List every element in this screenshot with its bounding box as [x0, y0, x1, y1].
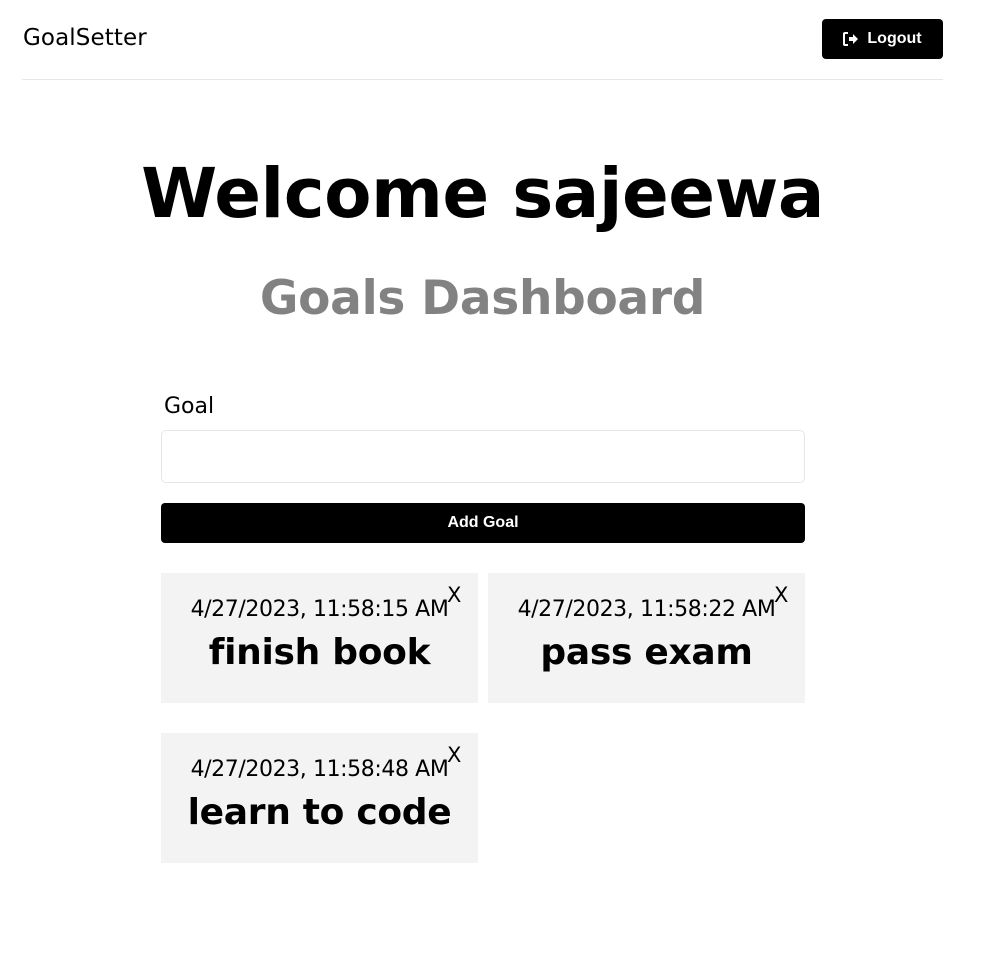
goal-date: 4/27/2023, 11:58:15 AM	[190, 597, 449, 622]
brand-logo-link[interactable]: GoalSetter	[23, 25, 147, 51]
goal-text: learn to code	[187, 792, 452, 833]
goal-card: 4/27/2023, 11:58:22 AM pass exam X	[488, 573, 805, 703]
sign-out-icon	[843, 32, 859, 46]
goal-card: 4/27/2023, 11:58:48 AM learn to code X	[161, 733, 478, 863]
welcome-heading: Welcome sajeewa	[141, 154, 824, 234]
logout-button[interactable]: Logout	[822, 19, 943, 59]
dashboard-subtitle: Goals Dashboard	[259, 271, 706, 326]
top-nav: GoalSetter Logout	[22, 0, 943, 80]
goal-text: pass exam	[540, 632, 753, 673]
goal-date: 4/27/2023, 11:58:22 AM	[517, 597, 776, 622]
delete-goal-button[interactable]: X	[447, 583, 461, 607]
goal-label: Goal	[164, 394, 215, 419]
delete-goal-button[interactable]: X	[774, 583, 788, 607]
goals-list: 4/27/2023, 11:58:15 AM finish book X 4/2…	[161, 573, 805, 863]
add-goal-button[interactable]: Add Goal	[161, 503, 805, 543]
delete-goal-button[interactable]: X	[447, 743, 461, 767]
goal-input[interactable]	[161, 430, 805, 483]
goal-card: 4/27/2023, 11:58:15 AM finish book X	[161, 573, 478, 703]
logout-label: Logout	[867, 30, 922, 47]
goal-text: finish book	[208, 632, 431, 673]
goal-date: 4/27/2023, 11:58:48 AM	[190, 757, 449, 782]
